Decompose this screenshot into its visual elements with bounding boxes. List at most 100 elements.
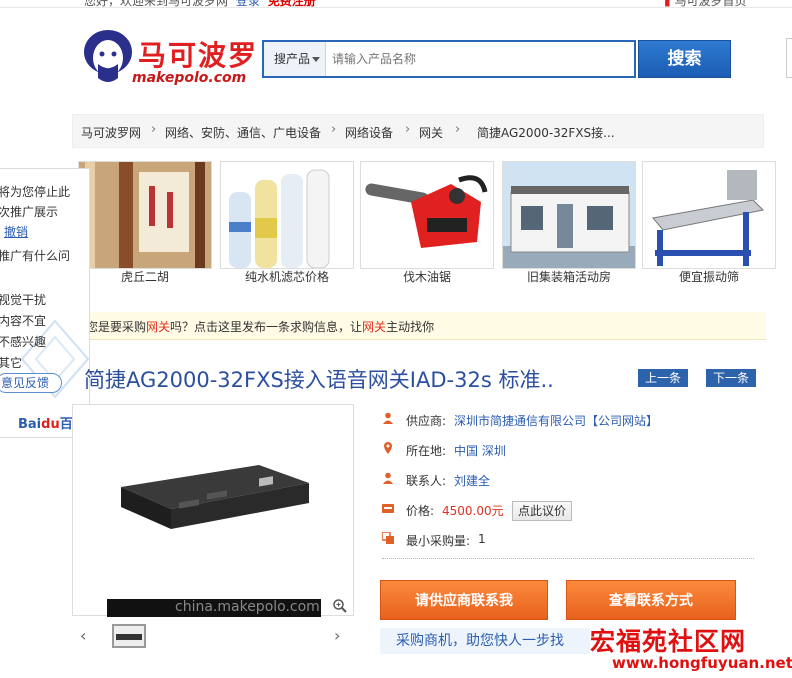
related-product-label[interactable]: 虎丘二胡 bbox=[78, 268, 212, 285]
breadcrumb-separator-icon: › bbox=[405, 122, 411, 137]
welcome-label: 您好，欢迎来到马可波罗网 bbox=[84, 0, 229, 8]
product-title: 简捷AG2000-32FXS接入语音网关IAD-32s 标准.. bbox=[84, 368, 554, 392]
ad-feedback-button[interactable]: 意见反馈 bbox=[0, 373, 62, 393]
ad-undo-link[interactable]: 撤销 bbox=[4, 223, 28, 240]
price-row: 价格: 4500.00元 bbox=[382, 498, 762, 522]
ad-text: 次推广展示 bbox=[0, 205, 59, 219]
image-watermark: china.makepolo.com bbox=[175, 599, 320, 615]
baidu-side-ad: 将为您停止此 次推广展示 撤销 推广有什么问 视觉干扰 内容不宜 不感兴趣 其它… bbox=[0, 168, 90, 438]
purchase-notice[interactable]: 您是要采购网关吗？点击这里发布一条求购信息，让网关主动找你 bbox=[72, 312, 766, 340]
request-contact-button[interactable]: 请供应商联系我 bbox=[380, 580, 548, 620]
related-product-image[interactable] bbox=[220, 161, 354, 269]
contact-row: 联系人: 刘建全 bbox=[382, 468, 762, 492]
gateway-device-image bbox=[109, 455, 319, 595]
search-button[interactable]: 搜索 bbox=[638, 40, 731, 78]
home-link-label: 马可波罗首页 bbox=[674, 0, 747, 8]
min-order-row: 最小采购量: 1 bbox=[382, 528, 762, 552]
register-link[interactable]: 免费注册 bbox=[268, 0, 316, 8]
location-label: 所在地: bbox=[406, 444, 447, 458]
ad-reason-option[interactable]: 视觉干扰 bbox=[0, 291, 46, 308]
thumb-next-arrow-icon[interactable]: › bbox=[334, 626, 340, 645]
erhu-image bbox=[79, 162, 211, 268]
location-pin-icon bbox=[384, 442, 392, 454]
home-link[interactable]: ▮ 马可波罗首页 bbox=[664, 0, 746, 9]
chevron-down-icon bbox=[312, 57, 320, 62]
related-product-image[interactable] bbox=[642, 161, 776, 269]
zoom-icon[interactable] bbox=[332, 598, 348, 614]
breadcrumb-item[interactable]: 网络设备 bbox=[345, 124, 393, 141]
company-site-link[interactable]: 【公司网站】 bbox=[586, 412, 658, 429]
person-icon bbox=[383, 412, 393, 424]
related-product-label[interactable]: 纯水机滤芯价格 bbox=[220, 268, 354, 285]
makepolo-logo[interactable]: 马可波罗 makepolo.com bbox=[80, 26, 256, 92]
breadcrumb-separator-icon: › bbox=[455, 122, 461, 137]
contact-label: 联系人: bbox=[406, 474, 447, 488]
search-category-select[interactable]: 搜产品 bbox=[264, 42, 326, 76]
price-value: 4500.00元 bbox=[442, 504, 504, 518]
logo-text-en: makepolo.com bbox=[132, 70, 247, 86]
related-product-image[interactable] bbox=[502, 161, 636, 269]
notice-text: 您是要采购 bbox=[86, 320, 147, 334]
baidu-logo-paw-icon: du bbox=[41, 417, 60, 432]
notice-text: 主动找你 bbox=[386, 320, 435, 334]
location-value[interactable]: 中国 深圳 bbox=[454, 442, 506, 459]
search-category-label: 搜产品 bbox=[274, 52, 311, 66]
related-product-image[interactable] bbox=[360, 161, 494, 269]
breadcrumb: 马可波罗网 › 网络、安防、通信、广电设备 › 网络设备 › 网关 › 简捷AG… bbox=[72, 114, 764, 148]
breadcrumb-separator-icon: › bbox=[151, 122, 157, 137]
min-order-label: 最小采购量: bbox=[406, 534, 471, 548]
notice-keyword[interactable]: 网关 bbox=[146, 320, 170, 334]
related-product-label[interactable]: 便宜振动筛 bbox=[642, 268, 776, 285]
thumb-prev-arrow-icon[interactable]: ‹ bbox=[80, 626, 86, 645]
container-house-image bbox=[503, 162, 635, 268]
login-link[interactable]: 登录 bbox=[236, 0, 260, 8]
price-tag-icon bbox=[382, 504, 394, 513]
right-panel-edge bbox=[786, 38, 792, 78]
search-input[interactable] bbox=[328, 42, 632, 76]
min-order-value: 1 bbox=[478, 532, 486, 546]
buyer-tip-banner[interactable]: 采购商机，助您快人一步找 bbox=[380, 628, 590, 654]
water-filter-image bbox=[221, 162, 353, 268]
breadcrumb-item[interactable]: 网关 bbox=[419, 124, 443, 141]
view-contact-button[interactable]: 查看联系方式 bbox=[566, 580, 736, 620]
vibrating-screen-image bbox=[643, 162, 775, 268]
logo-text-cn: 马可波罗 bbox=[138, 39, 259, 72]
divider bbox=[382, 558, 754, 559]
related-product-label[interactable]: 旧集装箱活动房 bbox=[502, 268, 636, 285]
watermark-title: 宏福苑社区网 bbox=[590, 627, 747, 656]
ad-reason-option[interactable]: 不感兴趣 bbox=[0, 333, 46, 350]
baidu-logo-text: Bai bbox=[18, 417, 42, 432]
top-bar: 您好，欢迎来到马可波罗网 登录 免费注册 ▮ 马可波罗首页 bbox=[0, 0, 792, 8]
welcome-text: 您好，欢迎来到马可波罗网 登录 免费注册 bbox=[84, 0, 316, 9]
price-label: 价格: bbox=[406, 504, 435, 518]
supplier-label: 供应商: bbox=[406, 414, 447, 428]
next-item-button[interactable]: 下一条 bbox=[706, 369, 756, 387]
breadcrumb-item[interactable]: 马可波罗网 bbox=[81, 124, 141, 141]
breadcrumb-item[interactable]: 网络、安防、通信、广电设备 bbox=[165, 124, 321, 141]
contact-value[interactable]: 刘建全 bbox=[454, 472, 490, 489]
location-row: 所在地: 中国 深圳 bbox=[382, 438, 762, 462]
contact-person-icon bbox=[383, 472, 393, 484]
watermark-url: www.hongfuyuan.net bbox=[612, 654, 792, 672]
supplier-link[interactable]: 深圳市简捷通信有限公司 bbox=[454, 412, 586, 429]
supplier-row: 供应商: 深圳市简捷通信有限公司 【公司网站】 bbox=[382, 408, 762, 432]
thumbnail-device-image bbox=[116, 634, 142, 640]
product-main-image[interactable]: china.makepolo.com bbox=[72, 404, 354, 617]
related-product-image[interactable] bbox=[78, 161, 212, 269]
notice-keyword[interactable]: 网关 bbox=[362, 320, 386, 334]
related-product-label[interactable]: 伐木油锯 bbox=[360, 268, 494, 285]
ad-text: 将为您停止此 bbox=[0, 185, 71, 199]
logo-face-icon bbox=[84, 30, 132, 82]
negotiate-price-button[interactable]: 点此议价 bbox=[512, 501, 572, 521]
ad-text: 推广有什么问 bbox=[0, 249, 71, 263]
breadcrumb-separator-icon: › bbox=[331, 122, 337, 137]
ad-reason-option[interactable]: 内容不宜 bbox=[0, 312, 46, 329]
product-thumbnail[interactable] bbox=[112, 624, 146, 648]
prev-item-button[interactable]: 上一条 bbox=[638, 369, 688, 387]
ad-reason-option[interactable]: 其它 bbox=[0, 354, 22, 371]
notice-text: 吗？点击这里发布一条求购信息，让 bbox=[170, 320, 363, 334]
search-box: 搜产品 bbox=[262, 40, 636, 78]
breadcrumb-current: 简捷AG2000-32FXS接... bbox=[477, 126, 615, 140]
chainsaw-image bbox=[361, 162, 493, 268]
site-watermark: 宏福苑社区网 www.hongfuyuan.net bbox=[588, 622, 792, 678]
